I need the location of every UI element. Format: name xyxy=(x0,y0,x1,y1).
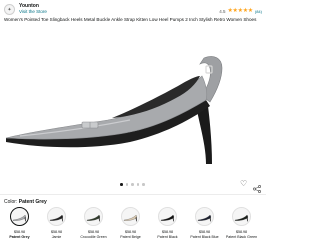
shoe-thumbnail-icon xyxy=(197,214,211,221)
swatch-name: Patent Black xyxy=(157,235,178,239)
color-swatch[interactable]: $58.98 Patent Black Blue xyxy=(187,207,222,249)
shoe-image xyxy=(5,56,223,164)
color-swatch[interactable]: $58.98 Patent Black Green xyxy=(224,207,259,249)
swatch-price: $58.98 xyxy=(88,230,99,234)
rating-count[interactable]: (84) xyxy=(255,9,262,14)
color-swatch[interactable]: $58.98 Patent Grey xyxy=(2,207,37,249)
swatch-price: $58.98 xyxy=(51,230,62,234)
store-logo[interactable]: ✦ xyxy=(4,4,15,15)
color-swatch[interactable]: $58.98 Patent Black xyxy=(150,207,185,249)
swatch-thumbnail xyxy=(195,207,214,226)
rating-value: 4.5 xyxy=(219,8,226,14)
shoe-thumbnail-icon xyxy=(160,214,174,221)
swatch-name: Patent Black Blue xyxy=(190,235,219,239)
selected-color: Patent Grey xyxy=(18,199,47,205)
swatch-thumbnail xyxy=(47,207,66,226)
heart-icon[interactable]: ♡ xyxy=(240,180,248,188)
swatch-name: Jamie xyxy=(51,235,62,239)
carousel-dot[interactable] xyxy=(136,183,139,186)
color-swatch[interactable]: $58.98 Crocodile Green xyxy=(76,207,111,249)
swatch-name: Patent Black Green xyxy=(225,235,258,239)
swatch-price: $58.98 xyxy=(14,230,25,234)
color-swatch[interactable]: $58.98 Patent Beige xyxy=(113,207,148,249)
store-logo-icon: ✦ xyxy=(7,6,12,13)
swatch-thumbnail xyxy=(10,207,29,226)
swatch-thumbnail xyxy=(232,207,251,226)
product-title: Women's Pointed Toe Slingback Heels Meta… xyxy=(4,17,257,22)
carousel-dots xyxy=(120,183,145,186)
shoe-thumbnail-icon xyxy=(86,214,100,221)
shoe-thumbnail-icon xyxy=(234,214,248,221)
star-rating-icon: ★★★★★ xyxy=(227,8,253,14)
shoe-thumbnail-icon xyxy=(12,214,26,221)
carousel-dot[interactable] xyxy=(131,183,134,186)
color-prefix: Color: xyxy=(4,199,19,205)
visit-store-link[interactable]: Visit the Store xyxy=(19,9,47,14)
swatch-price: $58.98 xyxy=(125,230,136,234)
carousel-dot[interactable] xyxy=(120,183,123,186)
shoe-thumbnail-icon xyxy=(123,214,137,221)
swatch-price: $58.98 xyxy=(236,230,247,234)
color-swatches: $58.98 Patent Grey $58.98 Jamie $58.98 Crocod… xyxy=(2,207,264,249)
swatch-name: Crocodile Green xyxy=(80,235,107,239)
rating-summary[interactable]: 4.5 ★★★★★ (84) xyxy=(219,8,262,14)
color-label: Color: Patent Grey xyxy=(4,199,47,205)
swatch-name: Patent Beige xyxy=(120,235,141,239)
swatch-thumbnail xyxy=(158,207,177,226)
color-swatch[interactable]: $58.98 Jamie xyxy=(39,207,74,249)
divider xyxy=(0,194,266,195)
main-product-image[interactable] xyxy=(0,36,266,178)
swatch-name: Patent Grey xyxy=(9,235,30,239)
swatch-price: $58.98 xyxy=(162,230,173,234)
swatch-price: $58.98 xyxy=(199,230,210,234)
product-header: ✦ Younton Visit the Store 4.5 ★★★★★ (84)… xyxy=(0,0,266,32)
carousel-dot[interactable] xyxy=(125,183,128,186)
carousel-dot[interactable] xyxy=(142,183,145,186)
swatch-thumbnail xyxy=(84,207,103,226)
swatch-thumbnail xyxy=(121,207,140,226)
shoe-thumbnail-icon xyxy=(49,214,63,221)
share-icon[interactable] xyxy=(253,180,261,193)
